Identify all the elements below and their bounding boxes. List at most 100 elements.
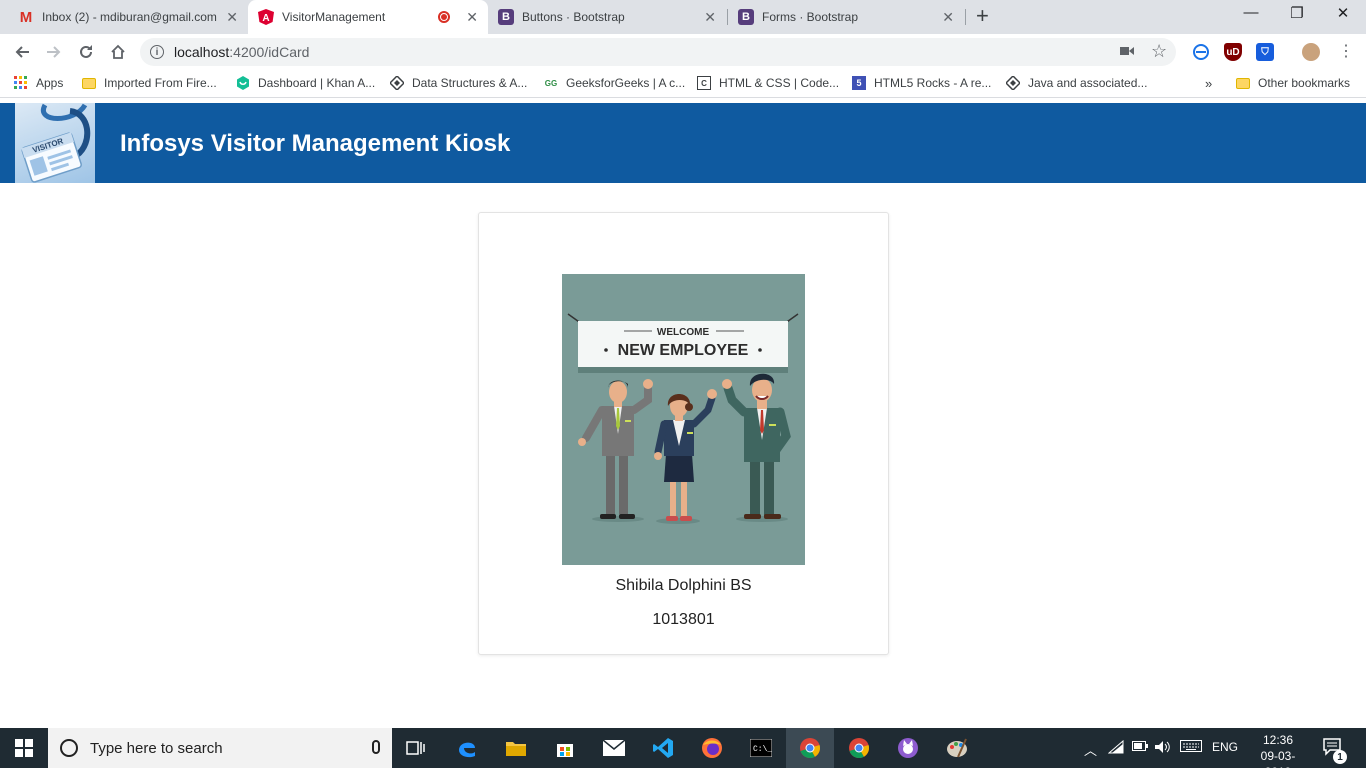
windows-start-icon[interactable] bbox=[0, 728, 48, 768]
other-bookmarks[interactable]: Other bookmarks bbox=[1236, 76, 1350, 90]
menu-kebab-icon[interactable]: ⋮ bbox=[1338, 41, 1354, 61]
wifi-icon[interactable] bbox=[1107, 739, 1124, 757]
microphone-icon[interactable] bbox=[372, 740, 380, 754]
battery-icon[interactable] bbox=[1132, 740, 1148, 754]
site-info-icon[interactable]: i bbox=[150, 45, 164, 59]
app-title: Infosys Visitor Management Kiosk bbox=[120, 130, 511, 157]
tab-title: VisitorManagement bbox=[282, 10, 386, 24]
close-tab-icon[interactable]: ✕ bbox=[226, 9, 238, 26]
restore-button[interactable]: ❐ bbox=[1274, 4, 1320, 22]
angular-icon: A bbox=[258, 9, 274, 25]
volume-icon[interactable] bbox=[1155, 740, 1171, 757]
bookmark-label: HTML & CSS | Code... bbox=[719, 76, 840, 90]
close-tab-icon[interactable]: ✕ bbox=[704, 9, 716, 26]
svg-text:A: A bbox=[262, 13, 269, 24]
bookmark-label: Data Structures & A... bbox=[412, 76, 528, 90]
forward-icon[interactable] bbox=[42, 40, 66, 64]
url-host: localhost bbox=[174, 44, 230, 60]
file-explorer-icon[interactable] bbox=[502, 734, 530, 762]
cortana-icon bbox=[60, 739, 78, 757]
tab-forms-bootstrap[interactable]: B Forms · Bootstrap ✕ bbox=[728, 0, 964, 34]
chrome-icon[interactable] bbox=[845, 734, 873, 762]
bookmark-data-structures[interactable]: Data Structures & A... bbox=[390, 76, 527, 90]
tab-title: Buttons · Bootstrap bbox=[522, 10, 625, 24]
firefox-icon[interactable] bbox=[698, 734, 726, 762]
language-indicator[interactable]: ENG bbox=[1212, 740, 1238, 754]
reload-icon[interactable] bbox=[74, 40, 98, 64]
app-header: VISITOR Infosys Visitor Management Kiosk bbox=[0, 103, 1366, 183]
apps-grid-icon bbox=[14, 76, 28, 90]
folder-icon bbox=[1236, 76, 1250, 90]
edge-browser-icon[interactable] bbox=[453, 734, 481, 762]
id-card: WELCOME NEW EMPLOYEE Shibila Dolphini BS… bbox=[478, 212, 889, 655]
ublock-icon[interactable]: uD bbox=[1224, 43, 1242, 61]
tab-buttons-bootstrap[interactable]: B Buttons · Bootstrap ✕ bbox=[488, 0, 726, 34]
bookmarks-bar: Apps Imported From Fire... Dashboard | K… bbox=[0, 70, 1366, 98]
recording-icon bbox=[438, 11, 451, 23]
tab-visitor-management[interactable]: A VisitorManagement ✕ bbox=[248, 0, 488, 34]
bookmark-java[interactable]: Java and associated... bbox=[1006, 76, 1147, 90]
system-clock[interactable]: 12:36 09-03-2019 bbox=[1252, 732, 1304, 780]
url-path: :4200/idCard bbox=[229, 44, 310, 60]
search-placeholder: Type here to search bbox=[90, 739, 223, 757]
close-window-button[interactable]: ✕ bbox=[1320, 4, 1366, 22]
codecademy-icon: C bbox=[697, 76, 711, 90]
keyboard-icon[interactable] bbox=[1180, 740, 1202, 755]
bookmark-label: Java and associated... bbox=[1028, 76, 1148, 90]
paint-icon[interactable] bbox=[943, 734, 971, 762]
employee-id: 1013801 bbox=[652, 611, 715, 628]
bookmark-label: Dashboard | Khan A... bbox=[258, 76, 376, 90]
bookmark-geeksforgeeks[interactable]: GG GeeksforGeeks | A c... bbox=[544, 76, 685, 90]
browser-toolbar: i localhost:4200/idCard ☆ uD ⛉ ⋮ bbox=[0, 34, 1366, 70]
tab-separator bbox=[965, 9, 966, 25]
github-desktop-icon[interactable] bbox=[894, 734, 922, 762]
banner-new-employee-text: NEW EMPLOYEE bbox=[618, 342, 749, 359]
bootstrap-icon: B bbox=[738, 9, 754, 25]
vscode-icon[interactable] bbox=[649, 734, 677, 762]
bookmark-label: Other bookmarks bbox=[1258, 76, 1351, 90]
close-tab-icon[interactable]: ✕ bbox=[466, 9, 478, 26]
more-bookmarks-button[interactable]: » bbox=[1205, 76, 1212, 91]
banner-welcome-text: WELCOME bbox=[657, 327, 710, 338]
welcome-new-employee-illustration: WELCOME NEW EMPLOYEE bbox=[562, 274, 805, 565]
show-hidden-icons-chevron[interactable]: ︿ bbox=[1084, 740, 1097, 759]
url-text: localhost:4200/idCard bbox=[174, 44, 309, 60]
clock-date: 09-03-2019 bbox=[1260, 749, 1296, 779]
folder-icon bbox=[82, 76, 96, 90]
mail-icon[interactable] bbox=[600, 734, 628, 762]
notification-count-badge: 1 bbox=[1333, 750, 1347, 764]
new-tab-button[interactable]: + bbox=[976, 5, 989, 27]
bookmark-star-icon[interactable]: ☆ bbox=[1151, 41, 1167, 62]
clock-time: 12:36 bbox=[1262, 733, 1294, 747]
bookmark-label: Apps bbox=[36, 76, 64, 90]
bookmark-label: GeeksforGeeks | A c... bbox=[566, 76, 686, 90]
bookmark-html5-rocks[interactable]: 5 HTML5 Rocks - A re... bbox=[852, 76, 991, 90]
tab-title: Forms · Bootstrap bbox=[762, 10, 859, 24]
close-tab-icon[interactable]: ✕ bbox=[942, 9, 954, 26]
minimize-button[interactable]: — bbox=[1228, 4, 1274, 21]
command-prompt-icon[interactable]: C:\_ bbox=[747, 734, 775, 762]
back-icon[interactable] bbox=[10, 40, 34, 64]
geeksforgeeks-icon: GG bbox=[544, 78, 558, 88]
bitwarden-icon[interactable]: ⛉ bbox=[1256, 43, 1274, 61]
employee-name: Shibila Dolphini BS bbox=[615, 577, 752, 594]
bookmark-apps[interactable]: Apps bbox=[14, 76, 63, 90]
camera-icon[interactable] bbox=[1120, 44, 1134, 60]
microsoft-store-icon[interactable] bbox=[551, 734, 579, 762]
gmail-icon: M bbox=[19, 8, 33, 26]
edge-sync-icon[interactable] bbox=[1192, 43, 1210, 61]
chrome-icon[interactable] bbox=[796, 734, 824, 762]
address-bar[interactable]: i localhost:4200/idCard bbox=[140, 38, 1176, 66]
browser-tab-strip: M Inbox (2) - mdiburan@gmail.com ✕ A Vis… bbox=[0, 0, 1366, 34]
bookmark-codecademy[interactable]: C HTML & CSS | Code... bbox=[697, 76, 839, 90]
bookmark-khan-academy[interactable]: Dashboard | Khan A... bbox=[236, 76, 375, 90]
taskbar-search-input[interactable]: Type here to search bbox=[48, 728, 392, 768]
home-icon[interactable] bbox=[106, 40, 130, 64]
svg-text:C:\_: C:\_ bbox=[753, 745, 772, 754]
bootstrap-icon: B bbox=[498, 9, 514, 25]
task-view-icon[interactable] bbox=[402, 734, 430, 762]
bookmark-label: Imported From Fire... bbox=[104, 76, 217, 90]
bookmark-imported-from-firefox[interactable]: Imported From Fire... bbox=[82, 76, 217, 90]
tab-gmail[interactable]: M Inbox (2) - mdiburan@gmail.com ✕ bbox=[8, 0, 248, 34]
profile-avatar[interactable] bbox=[1302, 43, 1320, 61]
